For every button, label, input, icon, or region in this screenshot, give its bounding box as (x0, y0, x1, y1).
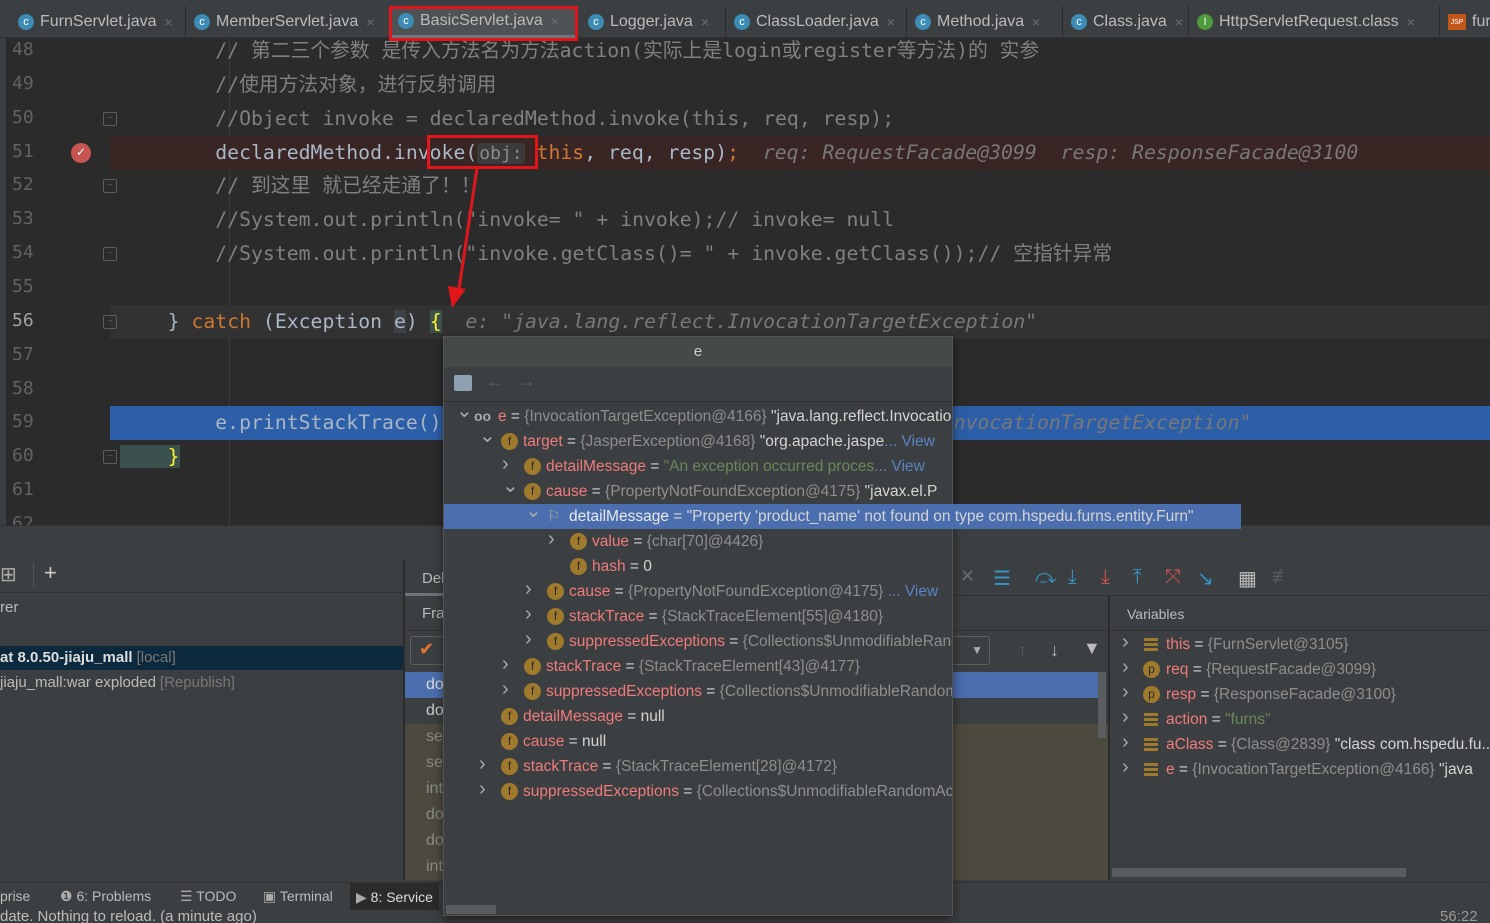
arrow-shaft (456, 167, 479, 297)
annotation-arrow (448, 167, 479, 308)
arrow-head (448, 286, 466, 308)
